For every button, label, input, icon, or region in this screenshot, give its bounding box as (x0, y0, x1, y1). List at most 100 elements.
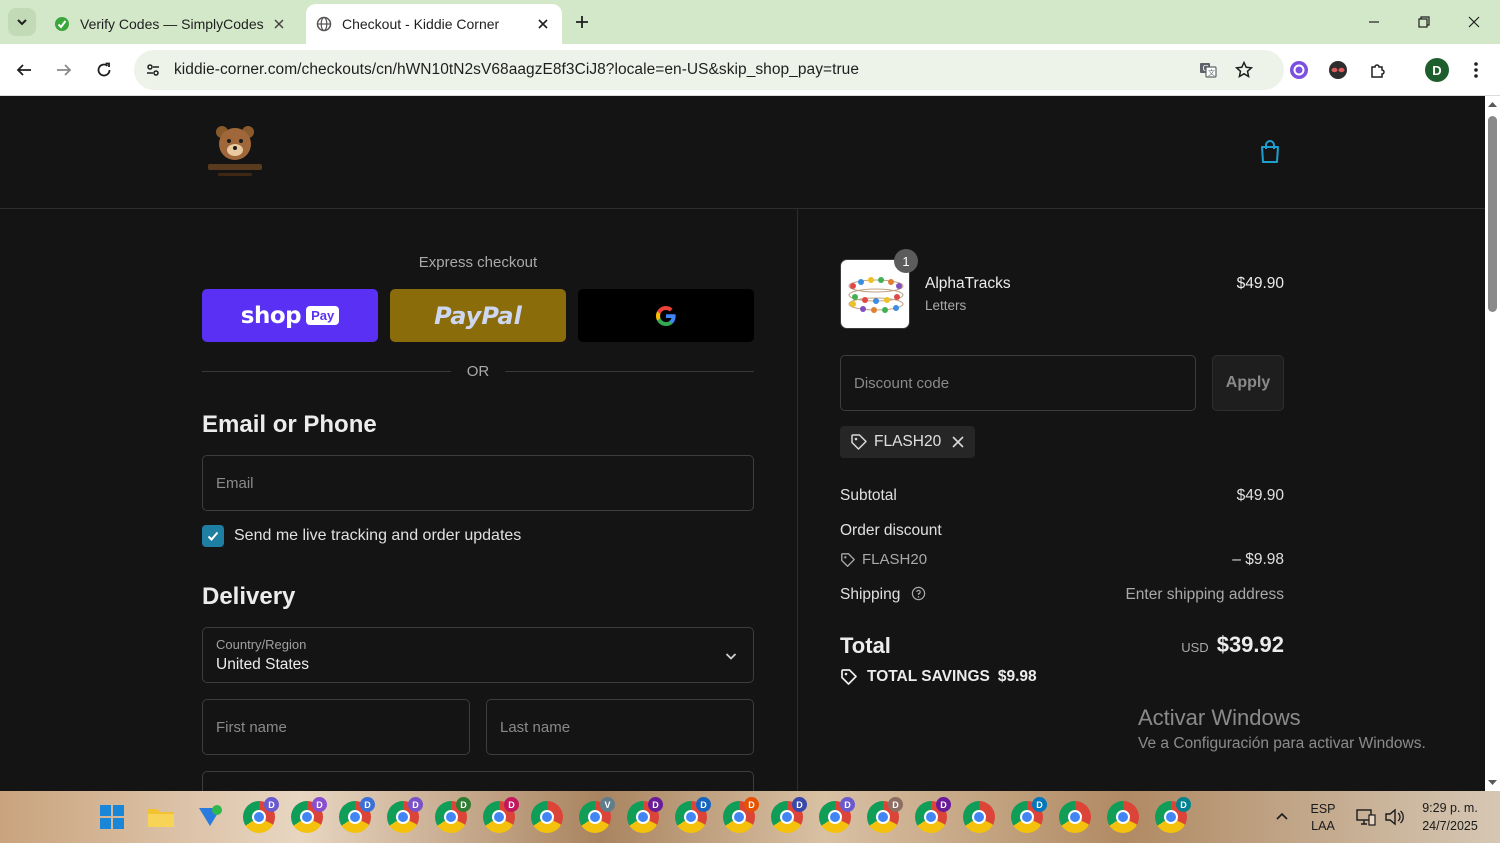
profile-badge: D (264, 797, 279, 812)
translate-icon[interactable]: G文 (1194, 56, 1222, 84)
subtotal-row: Subtotal $49.90 (840, 487, 1284, 505)
tab-simplycodes[interactable]: Verify Codes — SimplyCodes (42, 4, 298, 44)
windows-start-button[interactable] (96, 801, 128, 833)
chrome-taskbar-button[interactable]: D (867, 797, 903, 833)
profile-avatar[interactable]: D (1425, 58, 1449, 82)
tab-title: Checkout - Kiddie Corner (342, 16, 500, 32)
tracking-updates-row[interactable]: Send me live tracking and order updates (202, 525, 521, 547)
bookmark-star-icon[interactable] (1230, 56, 1258, 84)
profile-badge: D (696, 797, 711, 812)
country-select[interactable]: Country/Region United States (202, 627, 754, 683)
first-name-field[interactable] (202, 699, 470, 755)
google-pay-button[interactable] (578, 289, 754, 342)
chrome-taskbar-button[interactable]: D (339, 797, 375, 833)
chrome-icon (492, 810, 506, 824)
chrome-taskbar-button[interactable]: D (627, 797, 663, 833)
chrome-taskbar-button[interactable] (531, 801, 563, 833)
pinned-app-button[interactable] (194, 801, 226, 833)
next-form-field[interactable] (202, 771, 754, 791)
file-explorer-button[interactable] (145, 801, 177, 833)
chrome-taskbar-button[interactable]: D (483, 797, 519, 833)
discount-code-name: FLASH20 (862, 551, 928, 568)
help-circle-icon[interactable] (911, 586, 926, 601)
email-input[interactable] (203, 456, 753, 510)
chrome-taskbar-button[interactable] (1059, 801, 1091, 833)
savings-value: $9.98 (997, 668, 1037, 685)
watermark-title: Activar Windows (1138, 705, 1301, 730)
chrome-taskbar-button[interactable]: D (675, 797, 711, 833)
reload-button[interactable] (90, 56, 118, 84)
chrome-taskbar-button[interactable] (963, 801, 995, 833)
forward-button[interactable] (50, 56, 78, 84)
tracking-updates-checkbox[interactable] (202, 525, 224, 547)
close-tab-icon[interactable] (532, 13, 554, 35)
first-name-input[interactable] (203, 700, 469, 754)
store-header (0, 96, 1485, 209)
windows-taskbar: D D D D D D V D D D D D D D D D ESP LAA 9:29 p. m. 24/7… (0, 791, 1500, 843)
clock[interactable]: 9:29 p. m. 24/7/2025 (1410, 801, 1490, 833)
checkout-form: Express checkout shop Pay PayPal OR Emai… (0, 209, 797, 791)
scroll-down-arrow-icon[interactable] (1485, 777, 1500, 789)
tab-search-button[interactable] (8, 8, 36, 36)
extension-purple-icon[interactable] (1285, 56, 1313, 84)
scroll-up-arrow-icon[interactable] (1485, 98, 1500, 110)
chrome-taskbar-button[interactable]: D (771, 797, 807, 833)
chrome-taskbar-button[interactable]: D (387, 797, 423, 833)
restore-button[interactable] (1412, 10, 1436, 34)
language-indicator[interactable]: ESP LAA (1305, 802, 1341, 833)
close-window-button[interactable] (1462, 10, 1486, 34)
chrome-taskbar-button[interactable] (1107, 801, 1139, 833)
tag-icon (841, 552, 855, 567)
chrome-taskbar-button[interactable]: D (723, 797, 759, 833)
order-discount-row: Order discount (840, 522, 1284, 540)
close-tab-icon[interactable] (268, 13, 290, 35)
chrome-taskbar-button[interactable]: D (243, 797, 279, 833)
kiddie-corner-logo[interactable] (204, 122, 266, 180)
site-settings-icon[interactable] (138, 55, 168, 85)
restore-icon (1418, 16, 1430, 28)
chevron-up-icon (1276, 812, 1288, 820)
speaker-icon (1385, 808, 1404, 826)
chrome-taskbar-button[interactable]: D (1011, 797, 1047, 833)
discount-code-field[interactable] (840, 355, 1196, 411)
scroll-thumb[interactable] (1488, 116, 1497, 312)
app-icon (199, 805, 222, 826)
shop-pay-button[interactable]: shop Pay (202, 289, 378, 342)
discount-code-input[interactable] (841, 356, 1195, 410)
tab-kiddie-corner[interactable]: Checkout - Kiddie Corner (306, 4, 562, 44)
last-name-field[interactable] (486, 699, 754, 755)
show-hidden-icons-button[interactable] (1266, 801, 1298, 833)
shopping-bag-icon[interactable] (1256, 138, 1284, 166)
remove-discount-icon[interactable] (951, 435, 965, 449)
profile-badge: D (456, 797, 471, 812)
browser-menu-icon[interactable] (1462, 56, 1490, 84)
last-name-input[interactable] (487, 700, 753, 754)
back-button[interactable] (10, 56, 38, 84)
apply-discount-button[interactable]: Apply (1212, 355, 1284, 411)
address-bar[interactable]: kiddie-corner.com/checkouts/cn/hWN10tN2s… (134, 50, 1284, 90)
chrome-taskbar-button[interactable]: D (915, 797, 951, 833)
volume-button[interactable] (1378, 801, 1410, 833)
chrome-icon (876, 810, 890, 824)
paypal-button[interactable]: PayPal (390, 289, 566, 342)
chrome-taskbar-button[interactable]: D (291, 797, 327, 833)
chrome-taskbar-button[interactable]: D (1155, 797, 1191, 833)
country-value: United States (216, 656, 310, 673)
new-tab-button[interactable] (570, 10, 594, 34)
chrome-taskbar-button[interactable]: D (819, 797, 855, 833)
profile-badge: D (888, 797, 903, 812)
profile-badge: D (792, 797, 807, 812)
profile-badge: D (936, 797, 951, 812)
clock-date: 24/7/2025 (1422, 819, 1478, 833)
extensions-puzzle-icon[interactable] (1364, 56, 1392, 84)
chrome-taskbar-button[interactable]: D (435, 797, 471, 833)
country-label: Country/Region (216, 637, 307, 652)
chrome-taskbar-button[interactable]: V (579, 797, 615, 833)
email-field[interactable] (202, 455, 754, 511)
svg-text:文: 文 (1208, 68, 1215, 77)
extension-mask-icon[interactable] (1324, 56, 1352, 84)
page-scrollbar[interactable] (1485, 96, 1500, 791)
network-icon (1356, 809, 1376, 826)
profile-badge: D (744, 797, 759, 812)
minimize-button[interactable] (1362, 10, 1386, 34)
